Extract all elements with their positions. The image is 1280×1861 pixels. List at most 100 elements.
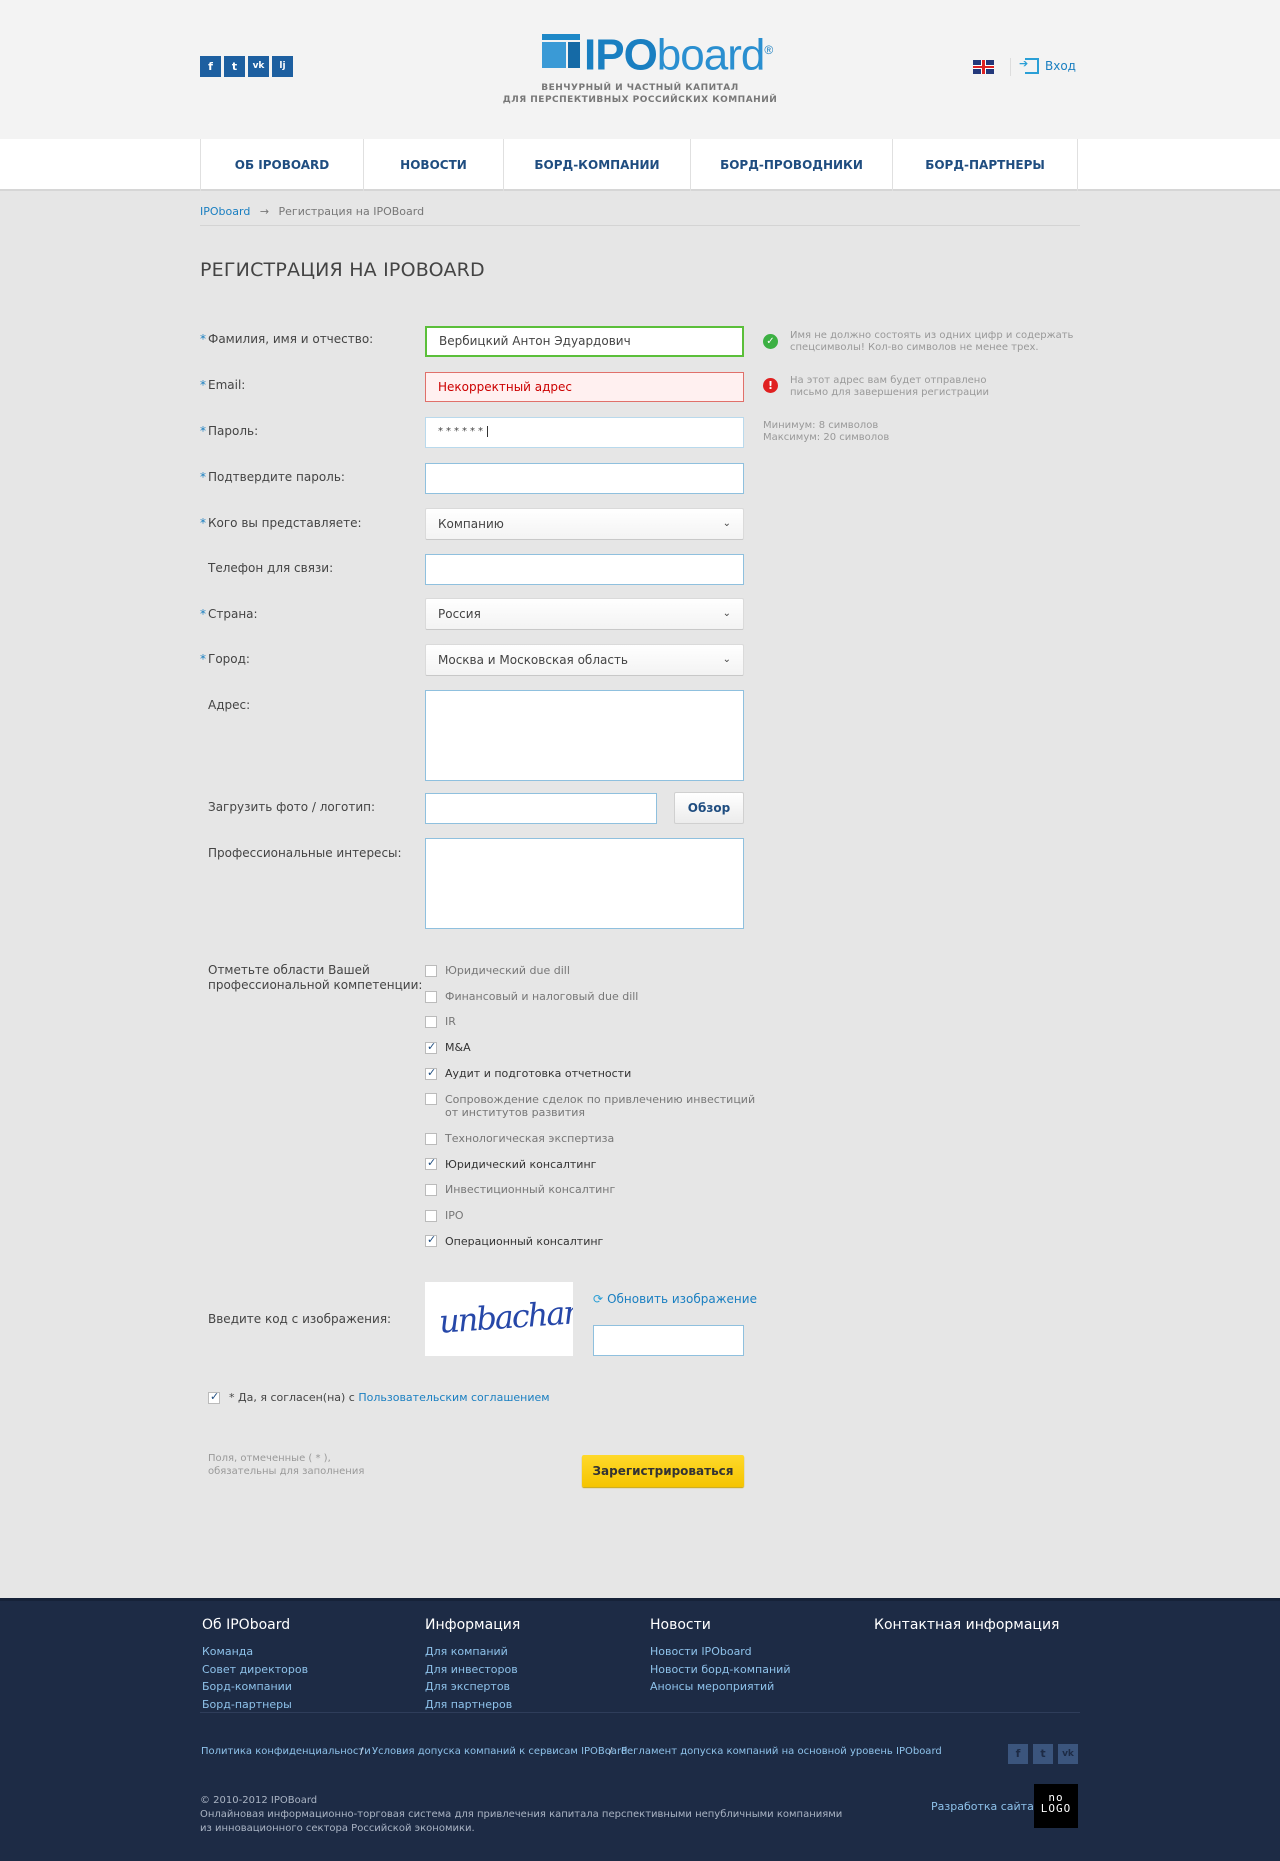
checkbox-label: IPO	[445, 1209, 464, 1222]
admission-terms-link[interactable]: Условия допуска компаний к сервисам IPOB…	[372, 1746, 627, 1757]
represent-select[interactable]: Компанию ⌄	[425, 508, 744, 540]
breadcrumb-arrow-icon: →	[259, 205, 270, 218]
address-textarea[interactable]	[425, 690, 744, 781]
login-icon[interactable]	[1019, 57, 1039, 74]
checkbox-label: Финансовый и налоговый due dill	[445, 990, 639, 1003]
interests-label: Профессиональные интересы:	[208, 846, 402, 860]
required-star: *	[200, 652, 206, 666]
footer-col-about-title: Об IPOboard	[202, 1617, 291, 1633]
valid-check-icon: ✓	[763, 334, 778, 349]
developer-link[interactable]: Разработка сайта	[931, 1800, 1034, 1813]
footer-link[interactable]: Анонсы мероприятий	[650, 1678, 774, 1695]
checkbox-investment-consulting[interactable]	[425, 1184, 437, 1196]
nav-about[interactable]: ОБ IPOBOARD	[200, 139, 363, 191]
interests-textarea[interactable]	[425, 838, 744, 929]
nav-board-companies[interactable]: БОРД-КОМПАНИИ	[503, 139, 690, 191]
photo-file-input[interactable]	[425, 793, 657, 824]
facebook-icon[interactable]: f	[200, 56, 221, 77]
city-label: Город:	[208, 652, 250, 666]
captcha-input[interactable]	[593, 1325, 744, 1356]
city-select[interactable]: Москва и Московская область ⌄	[425, 644, 744, 676]
required-star: *	[200, 607, 206, 621]
footer-twitter-icon[interactable]: t	[1033, 1744, 1053, 1764]
checkbox-audit[interactable]	[425, 1066, 437, 1080]
checkbox-financial-due-dill[interactable]	[425, 991, 437, 1003]
confirm-password-input[interactable]	[425, 463, 744, 494]
fio-hint: Имя не должно состоять из одних цифр и с…	[790, 330, 1074, 353]
admission-rules-link[interactable]: Регламент допуска компаний на основной у…	[621, 1746, 942, 1757]
required-star: *	[200, 516, 206, 530]
chevron-down-icon: ⌄	[722, 518, 731, 529]
checkbox-label: Юридический due dill	[445, 964, 570, 977]
checkbox-operational-consulting[interactable]	[425, 1233, 437, 1247]
agree-checkbox[interactable]	[208, 1390, 220, 1404]
checkbox-ir[interactable]	[425, 1016, 437, 1028]
checkbox-label: Аудит и подготовка отчетности	[445, 1067, 632, 1080]
developer-logo[interactable]: no LOGO	[1034, 1784, 1078, 1828]
footer-link[interactable]: Совет директоров	[202, 1661, 308, 1678]
register-button[interactable]: Зарегистрироваться	[582, 1455, 744, 1487]
checkbox-tech-expertise[interactable]	[425, 1133, 437, 1145]
checkbox-ipo[interactable]	[425, 1210, 437, 1222]
breadcrumb: IPOboard → Регистрация на IPOBoard	[200, 205, 424, 218]
country-select[interactable]: Россия ⌄	[425, 598, 744, 630]
nav-board-partners[interactable]: БОРД-ПАРТНЕРЫ	[892, 139, 1078, 191]
logo[interactable]: IPOboard®	[584, 20, 773, 86]
confirm-password-label: Подтвердите пароль:	[208, 470, 345, 484]
footer-link[interactable]: Для инвесторов	[425, 1661, 518, 1678]
phone-input[interactable]	[425, 554, 744, 585]
user-agreement-link[interactable]: Пользовательским соглашением	[358, 1391, 549, 1404]
email-hint: На этот адрес вам будет отправлено письмо…	[790, 375, 989, 398]
footer-divider	[200, 1712, 1080, 1713]
footer-link[interactable]: Новости IPOboard	[650, 1643, 752, 1660]
fio-label: Фамилия, имя и отчество:	[208, 332, 374, 346]
checkbox-label: Инвестиционный консалтинг	[445, 1183, 616, 1196]
checkbox-legal-due-dill[interactable]	[425, 965, 437, 977]
uk-flag-icon[interactable]	[973, 60, 994, 74]
footer-link[interactable]: Новости борд-компаний	[650, 1661, 790, 1678]
header-divider	[1010, 58, 1011, 76]
breadcrumb-divider	[200, 225, 1080, 226]
login-link[interactable]: Вход	[1045, 59, 1076, 73]
chevron-down-icon: ⌄	[722, 654, 731, 665]
footer-vk-icon[interactable]: vk	[1058, 1744, 1078, 1764]
refresh-captcha-link[interactable]: ⟳ Обновить изображение	[593, 1292, 757, 1306]
photo-label: Загрузить фото / логотип:	[208, 800, 376, 814]
fio-input[interactable]: Вербицкий Антон Эдуардович	[425, 326, 744, 357]
browse-button[interactable]: Обзор	[674, 792, 744, 824]
footer-link[interactable]: Борд-партнеры	[202, 1696, 292, 1713]
footer-link[interactable]: Борд-компании	[202, 1678, 292, 1695]
required-star: *	[200, 378, 206, 392]
phone-label: Телефон для связи:	[208, 561, 334, 575]
competence-label: Отметьте области Вашей профессиональной к…	[208, 963, 423, 992]
checkbox-ma[interactable]	[425, 1040, 437, 1054]
footer-link[interactable]: Для экспертов	[425, 1678, 510, 1695]
footer-facebook-icon[interactable]: f	[1008, 1744, 1028, 1764]
chevron-down-icon: ⌄	[722, 608, 731, 619]
nav-board-guides[interactable]: БОРД-ПРОВОДНИКИ	[690, 139, 892, 191]
checkbox-label: IR	[445, 1015, 456, 1028]
footer-link[interactable]: Для партнеров	[425, 1696, 512, 1713]
represent-label: Кого вы представляете:	[208, 516, 362, 530]
vk-icon[interactable]: vk	[248, 56, 269, 77]
privacy-policy-link[interactable]: Политика конфиденциальности	[201, 1746, 371, 1757]
checkbox-deal-support[interactable]	[425, 1093, 437, 1105]
error-icon: !	[763, 378, 778, 393]
checkbox-label: Технологическая экспертиза	[445, 1132, 615, 1145]
footer-link[interactable]: Для компаний	[425, 1643, 508, 1660]
livejournal-icon[interactable]: lj	[272, 56, 293, 77]
email-input[interactable]: Некорректный адрес	[425, 372, 744, 402]
checkbox-label: Сопровождение сделок по привлечению инве…	[445, 1093, 756, 1119]
twitter-icon[interactable]: t	[224, 56, 245, 77]
nav-news[interactable]: НОВОСТИ	[363, 139, 503, 191]
copyright: © 2010-2012 IPOBoard Онлайновая информац…	[200, 1795, 843, 1834]
footer-col-news-title: Новости	[650, 1617, 711, 1633]
breadcrumb-home[interactable]: IPOboard	[200, 205, 250, 218]
email-label: Email:	[208, 378, 246, 392]
password-input[interactable]: ******	[425, 417, 744, 448]
footer-separator: /	[609, 1746, 613, 1757]
required-star: *	[200, 332, 206, 346]
footer-link[interactable]: Команда	[202, 1643, 253, 1660]
checkbox-legal-consulting[interactable]	[425, 1156, 437, 1170]
footer-col-info-title: Информация	[425, 1617, 521, 1633]
